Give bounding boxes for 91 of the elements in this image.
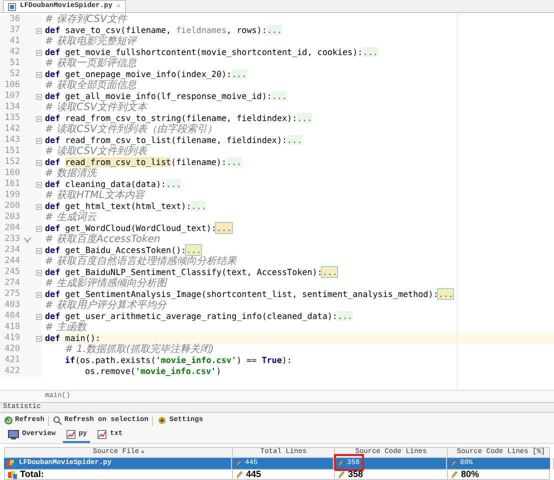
settings-icon xyxy=(157,416,168,425)
code-line: # 主函数 xyxy=(45,322,87,333)
line-number: 142 xyxy=(4,124,20,135)
code-line: def get_WordCloud(WordCloud_text):... xyxy=(45,223,232,234)
line-number: 403 xyxy=(4,300,20,311)
line-number: 160 xyxy=(4,168,20,179)
code-line: def read_from_csv_to_string(filename, fieldindex):... xyxy=(45,113,312,124)
code-line: def get_user_arithmetic_average_rating_info(cleaned_data):... xyxy=(45,311,353,322)
code-line: def cleaning_data(data):... xyxy=(45,179,182,190)
line-number: 420 xyxy=(4,344,20,355)
code-line: def get_SentimentAnalysis_Image(shortcontent_list, sentiment_analysis_method):... xyxy=(45,289,454,300)
fold-icon[interactable] xyxy=(36,138,42,144)
code-line: def get_onepage_moive_info(index_20):... xyxy=(45,69,247,80)
code-line: os.remove('movie_info.csv') xyxy=(85,366,222,377)
code-line: if(os.path.exists('movie_info.csv') == True): xyxy=(65,355,292,366)
line-number: 51 xyxy=(8,58,20,69)
line-number: 274 xyxy=(4,278,20,289)
fold-icon[interactable] xyxy=(36,336,42,342)
line-number: 152 xyxy=(4,157,20,168)
code-line: # 读取CSV文件到列表（由字段索引） xyxy=(45,124,217,135)
fold-icon[interactable] xyxy=(36,160,42,166)
monitor-icon xyxy=(8,430,19,440)
code-line: # 保存到CSV文件 xyxy=(45,14,127,25)
code-line: # 获取一页影评信息 xyxy=(45,58,137,69)
code-line: def get_html_text(html_text):... xyxy=(45,201,206,212)
refresh-icon xyxy=(4,416,13,425)
line-number: 200 xyxy=(4,201,20,212)
line-number: 106 xyxy=(4,80,20,91)
fold-icon[interactable] xyxy=(36,270,42,276)
line-number: 419 xyxy=(4,333,20,344)
fold-icon[interactable] xyxy=(36,94,42,100)
table-cell: 358 xyxy=(348,468,364,480)
line-number: 42 xyxy=(8,47,20,58)
code-line: def read_from_csv_to_list(filename, fieldindex):... xyxy=(45,135,302,146)
fold-icon[interactable] xyxy=(36,28,42,34)
line-number: 275 xyxy=(4,289,20,300)
code-line: def main(): xyxy=(45,333,100,344)
line-number: 135 xyxy=(4,113,20,124)
code-line: # 1.数据抓取(抓取完毕注释关闭) xyxy=(65,344,214,355)
line-number: 143 xyxy=(4,135,20,146)
line-number: 107 xyxy=(4,91,20,102)
code-line: def get_all_movie_info(lf_response_moive_id):... xyxy=(45,91,288,102)
line-number: 418 xyxy=(4,322,20,333)
code-line: # 获取百度AccessToken xyxy=(45,234,160,245)
fold-icon[interactable] xyxy=(36,226,42,232)
table-cell: 80% xyxy=(461,468,480,480)
line-number: 41 xyxy=(8,36,20,47)
code-line: # 获取全部页面信息 xyxy=(45,80,137,91)
line-number: 422 xyxy=(4,366,20,377)
code-line: # 读取CSV文件到文本 xyxy=(45,102,147,113)
code-line: # 生成词云 xyxy=(45,212,97,223)
fold-icon[interactable] xyxy=(36,314,42,320)
code-line: def get_Baidu_AccessToken():... xyxy=(45,245,202,256)
code-line: # 生成影评情感倾向分析图 xyxy=(45,278,167,289)
code-line: def save_to_csv(filename, fieldnames, rows):... xyxy=(45,25,282,36)
line-number: 421 xyxy=(4,355,20,366)
line-number: 134 xyxy=(4,102,20,113)
fold-icon[interactable] xyxy=(36,116,42,122)
line-number: 245 xyxy=(4,267,20,278)
line-number: 199 xyxy=(4,190,20,201)
line-number: 37 xyxy=(8,25,20,36)
line-number: 234 xyxy=(4,245,20,256)
code-line: def get_BaiduNLP_Sentiment_Classify(text, AccessToken):... xyxy=(45,267,338,278)
fold-icon[interactable] xyxy=(36,72,42,78)
table-cell: Total: xyxy=(20,468,44,480)
line-number: 404 xyxy=(4,311,20,322)
code-line: # 获取电影完整短评 xyxy=(45,36,137,47)
fold-icon[interactable] xyxy=(36,182,42,188)
code-line: # 数据清洗 xyxy=(45,168,97,179)
line-number: 151 xyxy=(4,146,20,157)
fold-icon[interactable] xyxy=(36,50,42,56)
fold-icon[interactable] xyxy=(36,248,42,254)
line-number: 36 xyxy=(8,14,20,25)
search-icon xyxy=(53,416,62,425)
code-line: # 读取CSV文件到列表 xyxy=(45,146,147,157)
fold-icon[interactable] xyxy=(36,292,42,298)
code-line: def get_movie_fullshortcontent(movie_shortcontent_id, cookies):... xyxy=(45,47,378,58)
line-number: 233 xyxy=(4,234,20,245)
file-icon xyxy=(8,470,17,478)
line-number: 244 xyxy=(4,256,20,267)
line-number: 204 xyxy=(4,223,20,234)
code-line: # 获取HTML文本内容 xyxy=(45,190,144,201)
line-number: 52 xyxy=(8,69,20,80)
fold-icon[interactable] xyxy=(36,204,42,210)
code-line: # 获取百度自然语言处理情感倾向分析结果 xyxy=(45,256,237,267)
code-line: def read_from_csv_to_list(filename):... xyxy=(45,157,242,168)
code-line: # 获取用户评分算术平均分 xyxy=(45,300,167,311)
line-number: 161 xyxy=(4,179,20,190)
line-number: 203 xyxy=(4,212,20,223)
file-icon xyxy=(7,460,16,468)
table-cell: 445 xyxy=(246,468,262,480)
